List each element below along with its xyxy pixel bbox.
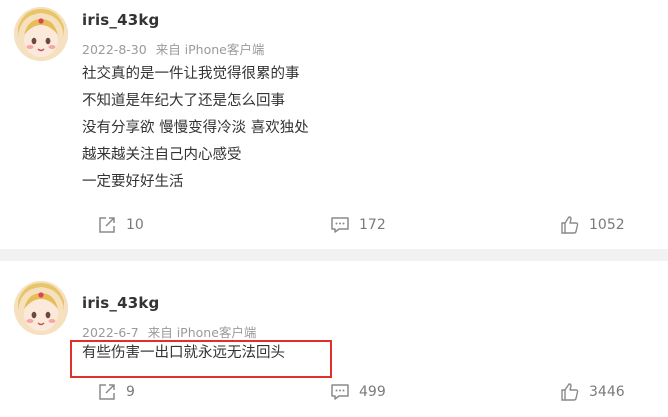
action-bar: 9 499 3446 bbox=[0, 377, 668, 407]
like-count: 3446 bbox=[589, 384, 625, 400]
post-card: iris_43kg 2022-6-7 来自 iPhone客户端 有些伤害一出口就… bbox=[0, 261, 668, 417]
comment-button[interactable]: 172 bbox=[330, 210, 386, 240]
post-date: 2022-8-30 bbox=[82, 42, 147, 57]
share-icon bbox=[99, 217, 115, 233]
avatar[interactable] bbox=[14, 281, 68, 335]
comment-button[interactable]: 499 bbox=[330, 377, 386, 407]
username[interactable]: iris_43kg bbox=[82, 294, 160, 312]
comment-icon bbox=[331, 217, 349, 233]
comment-icon bbox=[331, 384, 349, 400]
post-date: 2022-6-7 bbox=[82, 325, 139, 340]
highlight-box bbox=[70, 340, 332, 378]
thumbs-up-icon bbox=[561, 383, 579, 401]
content-line: 社交真的是一件让我觉得很累的事 bbox=[82, 66, 300, 82]
post-source: 来自 iPhone客户端 bbox=[155, 42, 265, 57]
post-content: 社交真的是一件让我觉得很累的事 不知道是年纪大了还是怎么回事 没有分享欲 慢慢变… bbox=[82, 62, 309, 197]
post-divider bbox=[0, 249, 668, 261]
content-line: 一定要好好生活 bbox=[82, 174, 184, 190]
like-count: 1052 bbox=[589, 217, 625, 233]
post-card: iris_43kg 2022-8-30 来自 iPhone客户端 社交真的是一件… bbox=[0, 0, 668, 249]
avatar[interactable] bbox=[14, 7, 68, 61]
post-source: 来自 iPhone客户端 bbox=[147, 325, 257, 340]
share-button[interactable]: 9 bbox=[97, 377, 135, 407]
like-button[interactable]: 1052 bbox=[560, 210, 625, 240]
username[interactable]: iris_43kg bbox=[82, 11, 160, 29]
share-button[interactable]: 10 bbox=[97, 210, 144, 240]
thumbs-up-icon bbox=[561, 216, 579, 234]
action-bar: 10 172 1052 bbox=[0, 210, 668, 240]
post-meta: 2022-8-30 来自 iPhone客户端 bbox=[82, 39, 264, 58]
comment-count: 172 bbox=[359, 217, 386, 233]
comment-count: 499 bbox=[359, 384, 386, 400]
content-line: 不知道是年纪大了还是怎么回事 bbox=[82, 93, 285, 109]
content-line: 越来越关注自己内心感受 bbox=[82, 147, 242, 163]
share-count: 10 bbox=[126, 217, 144, 233]
post-meta: 2022-6-7 来自 iPhone客户端 bbox=[82, 322, 256, 341]
share-icon bbox=[99, 384, 115, 400]
like-button[interactable]: 3446 bbox=[560, 377, 625, 407]
content-line: 没有分享欲 慢慢变得冷淡 喜欢独处 bbox=[82, 120, 309, 136]
share-count: 9 bbox=[126, 384, 135, 400]
